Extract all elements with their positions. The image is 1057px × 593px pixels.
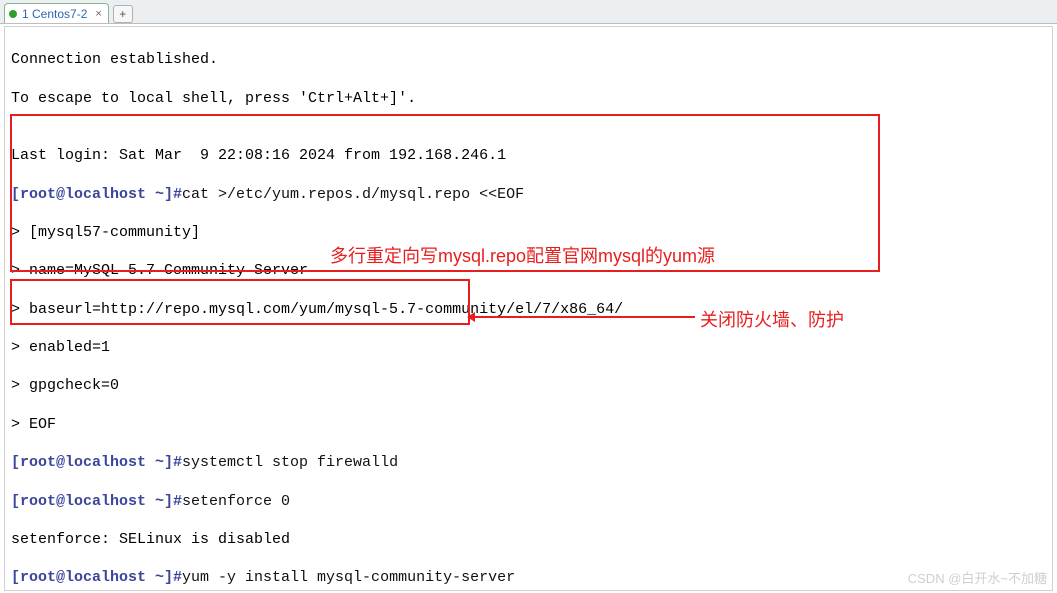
output-line: To escape to local shell, press 'Ctrl+Al… [11, 89, 1046, 108]
input-line: > [mysql57-community] [11, 223, 1046, 242]
tab-label: 1 Centos7-2 [22, 7, 87, 21]
command: cat >/etc/yum.repos.d/mysql.repo <<EOF [182, 186, 524, 203]
terminal-content[interactable]: Connection established. To escape to loc… [4, 26, 1053, 591]
terminal-tab[interactable]: 1 Centos7-2 × [4, 3, 109, 23]
prompt: [root@localhost ~]# [11, 569, 182, 586]
new-tab-button[interactable]: + [113, 5, 133, 23]
prompt: [root@localhost ~]# [11, 186, 182, 203]
prompt: [root@localhost ~]# [11, 493, 182, 510]
command-line: [root@localhost ~]#setenforce 0 [11, 492, 1046, 511]
status-dot-icon [9, 10, 17, 18]
command: yum -y install mysql-community-server [182, 569, 515, 586]
close-icon[interactable]: × [95, 8, 101, 20]
tab-bar: 1 Centos7-2 × + [0, 0, 1057, 24]
input-line: > gpgcheck=0 [11, 376, 1046, 395]
output-line: setenforce: SELinux is disabled [11, 530, 1046, 549]
command-line: [root@localhost ~]#cat >/etc/yum.repos.d… [11, 185, 1046, 204]
input-line: > EOF [11, 415, 1046, 434]
input-line: > baseurl=http://repo.mysql.com/yum/mysq… [11, 300, 1046, 319]
command: systemctl stop firewalld [182, 454, 398, 471]
prompt: [root@localhost ~]# [11, 454, 182, 471]
input-line: > enabled=1 [11, 338, 1046, 357]
command-line: [root@localhost ~]#systemctl stop firewa… [11, 453, 1046, 472]
input-line: > name=MySQL 5.7 Community Server [11, 261, 1046, 280]
command-line: [root@localhost ~]#yum -y install mysql-… [11, 568, 1046, 587]
output-line: Connection established. [11, 50, 1046, 69]
output-line: Last login: Sat Mar 9 22:08:16 2024 from… [11, 146, 1046, 165]
command: setenforce 0 [182, 493, 290, 510]
